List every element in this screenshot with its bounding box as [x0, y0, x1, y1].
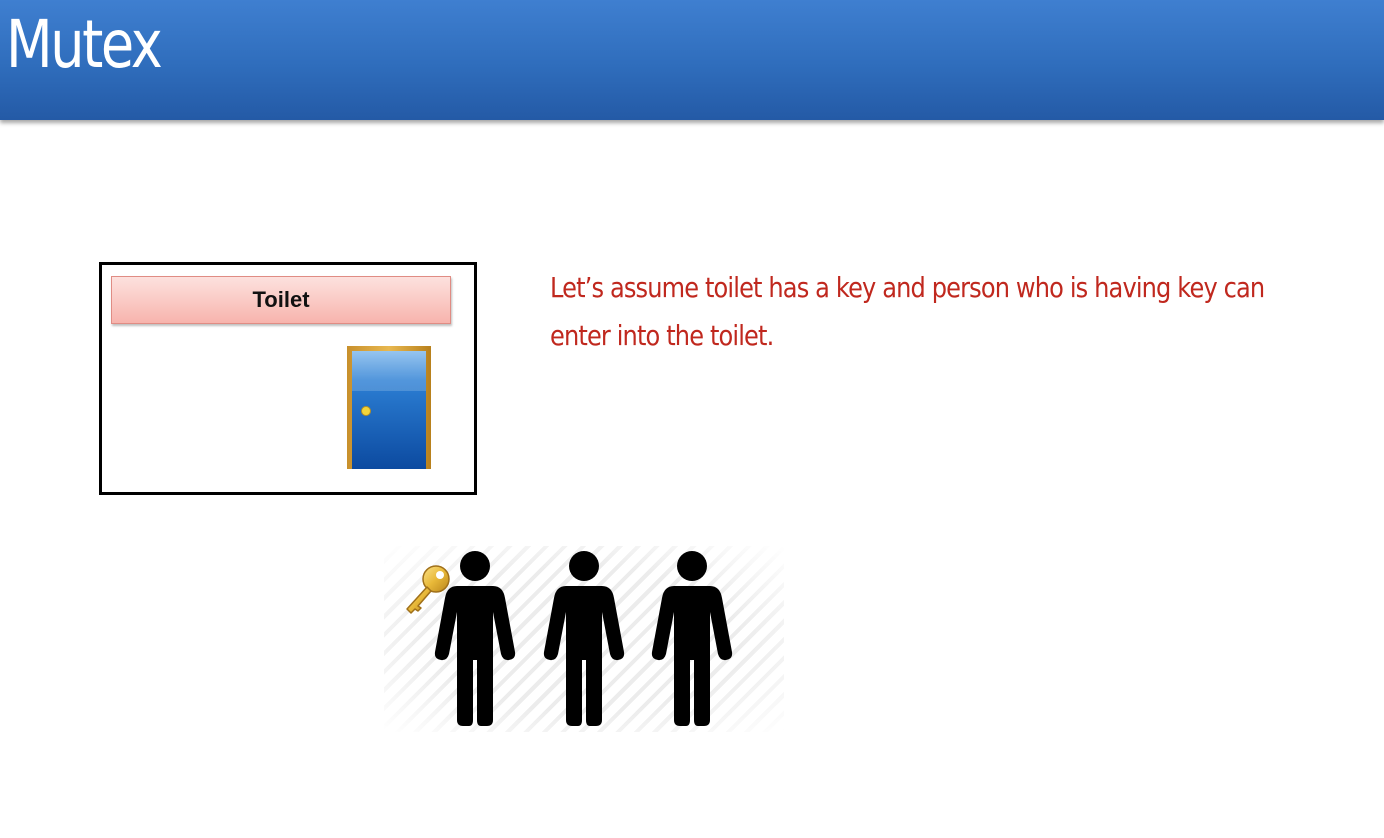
title-bar: Mutex [0, 0, 1384, 120]
door-icon [347, 346, 431, 469]
people-group [384, 546, 784, 732]
toilet-label: Toilet [111, 276, 451, 324]
key-icon [406, 565, 450, 614]
slide: Mutex Toilet Let’s assume toilet has a k… [0, 0, 1384, 838]
toilet-box: Toilet [99, 262, 477, 495]
person-icon [651, 551, 733, 726]
description-line-1: Let’s assume toilet has a key and person… [550, 271, 1265, 304]
slide-title: Mutex [6, 6, 163, 83]
description-text: Let’s assume toilet has a key and person… [550, 264, 1265, 360]
description-line-2: enter into the toilet. [550, 319, 774, 352]
person-icon [543, 551, 625, 726]
